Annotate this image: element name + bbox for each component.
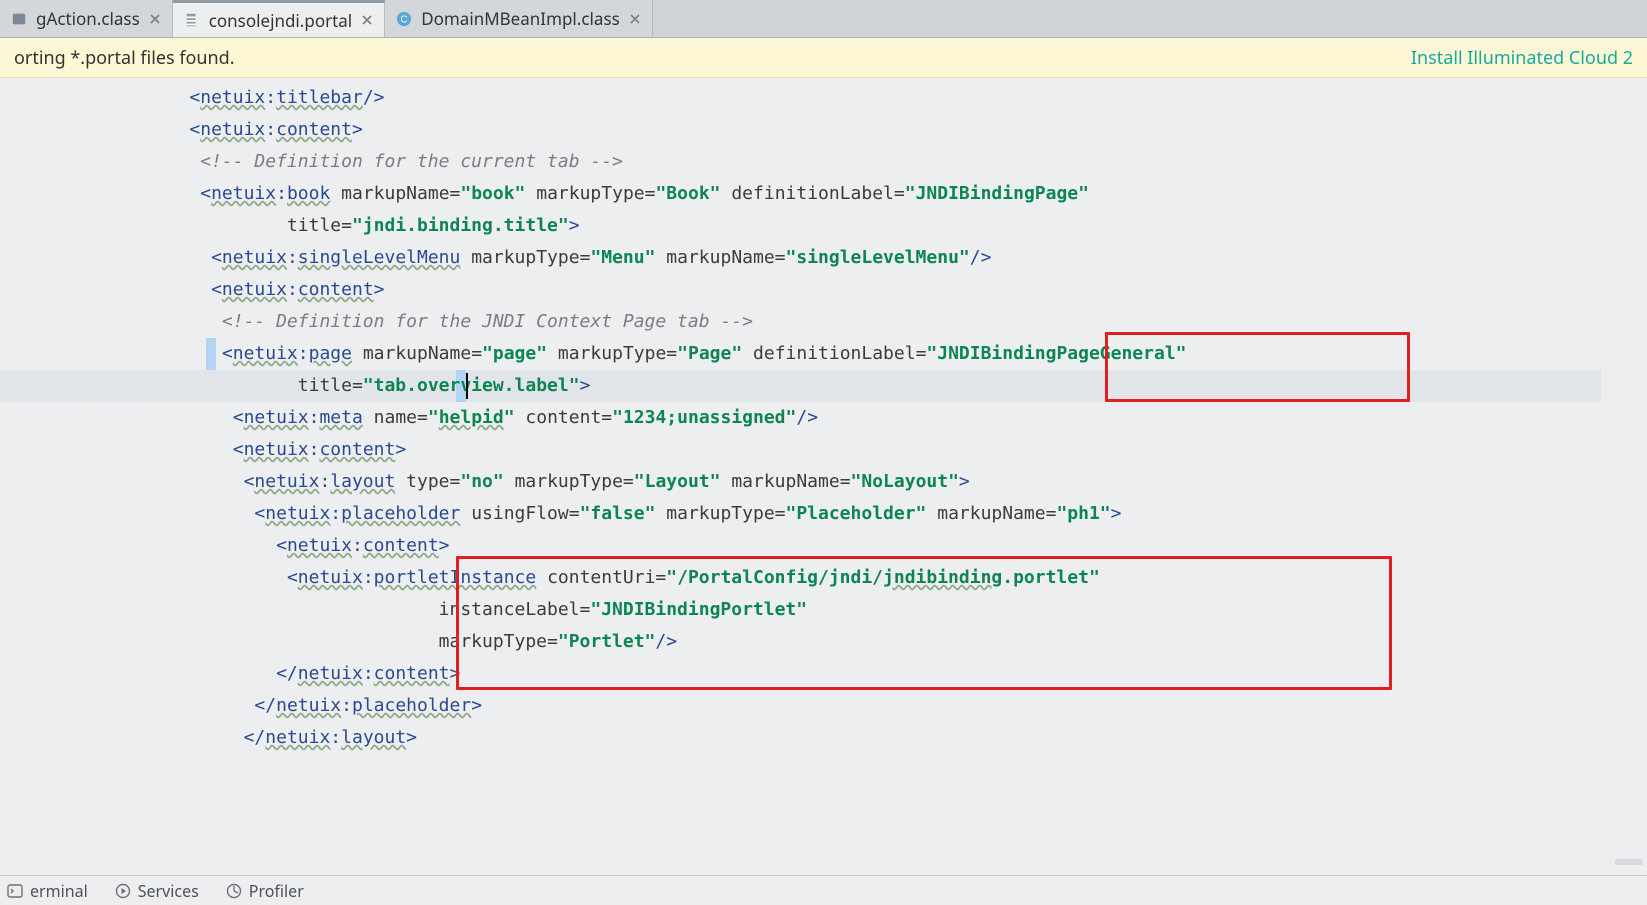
code-line[interactable]: <netuix:titlebar/> [16, 82, 1601, 114]
close-tab-icon[interactable] [360, 13, 374, 27]
editor-tab[interactable]: gAction.class [0, 0, 173, 37]
tab-label: consolejndi.portal [209, 9, 352, 32]
editor-area[interactable]: <netuix:titlebar/> <netuix:content> <!--… [0, 78, 1647, 875]
code-line[interactable]: <!-- Definition for the JNDI Context Pag… [16, 306, 1601, 338]
code-line[interactable]: </netuix:content> [16, 658, 1601, 690]
tab-label: gAction.class [36, 7, 140, 30]
close-tab-icon[interactable] [148, 12, 162, 26]
toolwindow-label: erminal [30, 880, 88, 902]
code-content[interactable]: <netuix:titlebar/> <netuix:content> <!--… [0, 78, 1601, 875]
tab-label: DomainMBeanImpl.class [421, 7, 620, 30]
toolwindow-label: Profiler [249, 880, 304, 902]
file-type-icon [10, 10, 28, 28]
code-line[interactable]: <netuix:placeholder usingFlow="false" ma… [16, 498, 1601, 530]
code-line[interactable]: <netuix:content> [16, 274, 1601, 306]
code-line[interactable]: <netuix:page markupName="page" markupTyp… [16, 338, 1601, 370]
code-line[interactable]: title="tab.overview.label"> [16, 370, 1601, 402]
code-line[interactable]: </netuix:placeholder> [16, 690, 1601, 722]
banner-action-link[interactable]: Install Illuminated Cloud 2 [1411, 46, 1633, 70]
code-line[interactable]: <netuix:layout type="no" markupType="Lay… [16, 466, 1601, 498]
error-stripe[interactable] [1601, 78, 1647, 875]
code-line[interactable]: title="jndi.binding.title"> [16, 210, 1601, 242]
code-line[interactable]: <netuix:content> [16, 434, 1601, 466]
code-line[interactable]: </netuix:layout> [16, 722, 1601, 754]
terminal-icon [6, 882, 24, 900]
toolwindow-label: Services [138, 880, 199, 902]
svg-text:C: C [401, 14, 408, 25]
profiler-icon [225, 882, 243, 900]
editor-tab[interactable]: consolejndi.portal [173, 0, 385, 37]
code-line[interactable]: <netuix:book markupName="book" markupTyp… [16, 178, 1601, 210]
code-line[interactable]: <netuix:portletInstance contentUri="/Por… [16, 562, 1601, 594]
toolwindow-button[interactable]: erminal [6, 880, 88, 902]
code-line[interactable]: instanceLabel="JNDIBindingPortlet" [16, 594, 1601, 626]
code-line[interactable]: <netuix:singleLevelMenu markupType="Menu… [16, 242, 1601, 274]
code-line[interactable]: <netuix:content> [16, 114, 1601, 146]
file-type-icon: C [395, 10, 413, 28]
notification-banner: orting *.portal files found. Install Ill… [0, 38, 1647, 78]
code-line[interactable]: <!-- Definition for the current tab --> [16, 146, 1601, 178]
caret [466, 373, 468, 399]
editor-tab[interactable]: C DomainMBeanImpl.class [385, 0, 653, 37]
bottom-toolbar: erminal Services Profiler [0, 875, 1647, 905]
toolwindow-button[interactable]: Profiler [225, 880, 304, 902]
code-line[interactable]: <netuix:meta name="helpid" content="1234… [16, 402, 1601, 434]
file-type-icon [183, 11, 201, 29]
code-line[interactable]: <netuix:content> [16, 530, 1601, 562]
banner-message: orting *.portal files found. [14, 46, 235, 70]
code-line[interactable]: markupType="Portlet"/> [16, 626, 1601, 658]
play-icon [114, 882, 132, 900]
toolwindow-button[interactable]: Services [114, 880, 199, 902]
close-tab-icon[interactable] [628, 12, 642, 26]
editor-tabbar: gAction.class consolejndi.portal C DomainMB… [0, 0, 1647, 38]
